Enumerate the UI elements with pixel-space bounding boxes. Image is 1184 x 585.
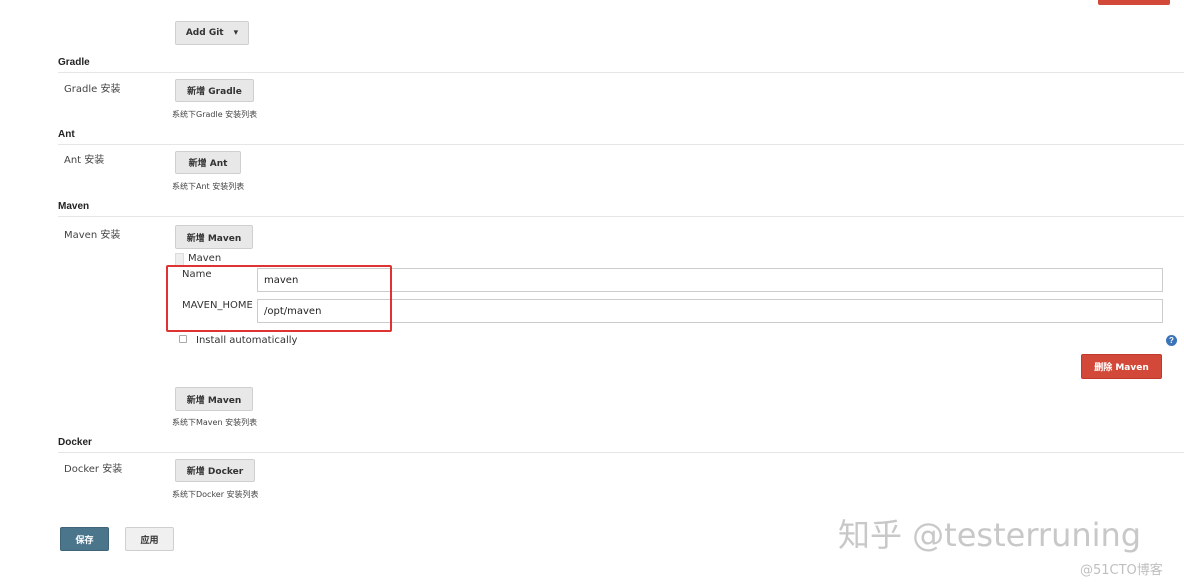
gradle-install-label: Gradle 安装 bbox=[64, 84, 121, 95]
highlight-box bbox=[166, 265, 392, 332]
maven-section-title: Maven bbox=[58, 201, 90, 212]
ant-install-note: 系统下Ant 安装列表 bbox=[172, 182, 245, 191]
docker-install-note: 系统下Docker 安装列表 bbox=[172, 490, 259, 499]
ant-install-label: Ant 安装 bbox=[64, 155, 105, 166]
install-automatically-checkbox[interactable] bbox=[179, 335, 187, 343]
install-automatically-label: Install automatically bbox=[196, 335, 298, 346]
add-gradle-button[interactable]: 新增 Gradle bbox=[175, 79, 254, 102]
add-docker-button[interactable]: 新增 Docker bbox=[175, 459, 255, 482]
top-red-button[interactable] bbox=[1098, 0, 1170, 5]
add-ant-button[interactable]: 新增 Ant bbox=[175, 151, 241, 174]
add-git-label: Add Git bbox=[185, 28, 224, 38]
maven-entry-header: Maven bbox=[188, 253, 222, 264]
gradle-divider bbox=[58, 72, 1184, 73]
ant-divider bbox=[58, 144, 1184, 145]
chevron-down-icon: ▾ bbox=[233, 28, 239, 38]
add-maven-button-bottom[interactable]: 新增 Maven bbox=[175, 387, 253, 411]
maven-install-note: 系统下Maven 安装列表 bbox=[172, 418, 258, 427]
maven-home-input[interactable]: /opt/maven bbox=[257, 299, 1163, 323]
maven-divider bbox=[58, 216, 1184, 217]
docker-install-label: Docker 安装 bbox=[64, 464, 123, 475]
add-maven-button-top[interactable]: 新增 Maven bbox=[175, 225, 253, 249]
maven-name-input[interactable]: maven bbox=[257, 268, 1163, 292]
apply-button[interactable]: 应用 bbox=[125, 527, 174, 551]
docker-section-title: Docker bbox=[58, 437, 92, 448]
docker-divider bbox=[58, 452, 1184, 453]
gradle-install-note: 系统下Gradle 安装列表 bbox=[172, 110, 258, 119]
ant-section-title: Ant bbox=[58, 129, 75, 140]
maven-install-label: Maven 安装 bbox=[64, 230, 121, 241]
save-button[interactable]: 保存 bbox=[60, 527, 109, 551]
blog-watermark: @51CTO博客 bbox=[1080, 563, 1163, 578]
zhihu-watermark: 知乎 @testerruning bbox=[838, 516, 1142, 554]
delete-maven-button[interactable]: 删除 Maven bbox=[1081, 354, 1162, 379]
gradle-section-title: Gradle bbox=[58, 57, 90, 68]
add-git-button[interactable]: Add Git ▾ bbox=[175, 21, 249, 45]
help-icon[interactable]: ? bbox=[1166, 335, 1177, 346]
